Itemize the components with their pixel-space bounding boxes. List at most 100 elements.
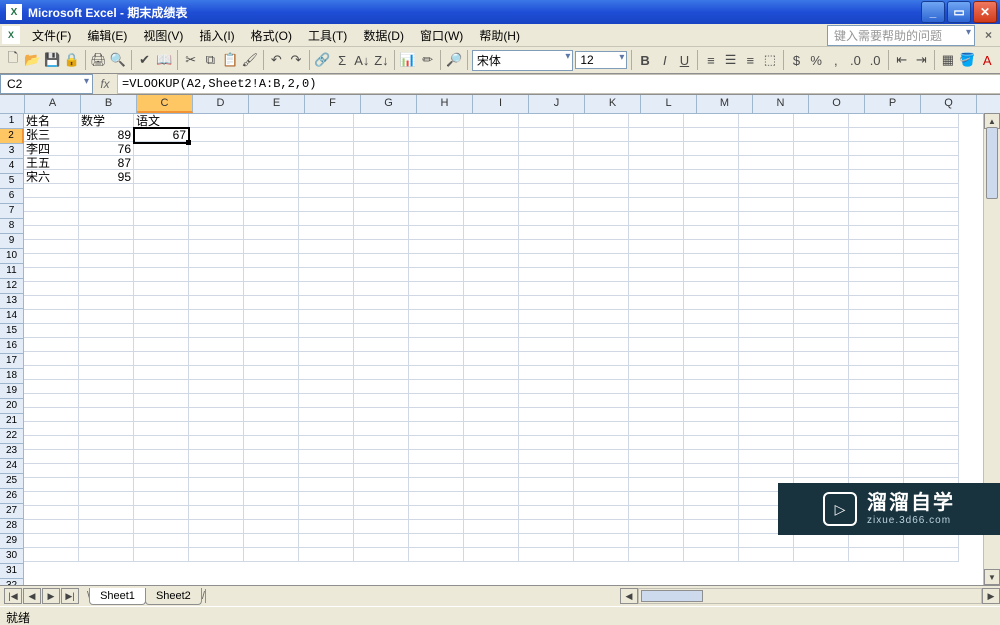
cell-H8[interactable] <box>409 212 464 226</box>
cell-F14[interactable] <box>299 296 354 310</box>
cell-N15[interactable] <box>739 310 794 324</box>
select-all-corner[interactable] <box>0 95 25 113</box>
cell-D17[interactable] <box>189 338 244 352</box>
cell-L5[interactable] <box>629 170 684 184</box>
cell-F6[interactable] <box>299 184 354 198</box>
cell-F2[interactable] <box>299 128 354 142</box>
cell-G32[interactable] <box>354 548 409 562</box>
cell-I21[interactable] <box>464 394 519 408</box>
row-header-27[interactable]: 27 <box>0 504 24 519</box>
cell-Q10[interactable] <box>904 240 959 254</box>
cell-P25[interactable] <box>849 450 904 464</box>
cut-icon[interactable]: ✂ <box>182 50 200 70</box>
cell-M11[interactable] <box>684 254 739 268</box>
comma-icon[interactable]: , <box>827 50 845 70</box>
cell-J25[interactable] <box>519 450 574 464</box>
cell-F18[interactable] <box>299 352 354 366</box>
cell-M13[interactable] <box>684 282 739 296</box>
cell-A20[interactable] <box>24 380 79 394</box>
save-icon[interactable]: 💾 <box>43 50 61 70</box>
cell-E10[interactable] <box>244 240 299 254</box>
cell-B11[interactable] <box>79 254 134 268</box>
cell-P13[interactable] <box>849 282 904 296</box>
column-header-F[interactable]: F <box>305 95 361 113</box>
merge-icon[interactable]: ⬚ <box>761 50 779 70</box>
row-header-11[interactable]: 11 <box>0 264 24 279</box>
cell-O10[interactable] <box>794 240 849 254</box>
cell-H14[interactable] <box>409 296 464 310</box>
column-header-H[interactable]: H <box>417 95 473 113</box>
cell-I16[interactable] <box>464 324 519 338</box>
cell-A21[interactable] <box>24 394 79 408</box>
cell-N22[interactable] <box>739 408 794 422</box>
cell-J7[interactable] <box>519 198 574 212</box>
row-header-8[interactable]: 8 <box>0 219 24 234</box>
decrease-decimal-icon[interactable]: .0 <box>866 50 884 70</box>
cell-J28[interactable] <box>519 492 574 506</box>
cell-Q16[interactable] <box>904 324 959 338</box>
cell-E28[interactable] <box>244 492 299 506</box>
cell-C30[interactable] <box>134 520 189 534</box>
cell-F9[interactable] <box>299 226 354 240</box>
cell-C28[interactable] <box>134 492 189 506</box>
column-header-L[interactable]: L <box>641 95 697 113</box>
cell-G20[interactable] <box>354 380 409 394</box>
cell-G7[interactable] <box>354 198 409 212</box>
menu-edit[interactable]: 编辑(E) <box>79 25 135 46</box>
cell-I5[interactable] <box>464 170 519 184</box>
cell-M21[interactable] <box>684 394 739 408</box>
cell-B14[interactable] <box>79 296 134 310</box>
cell-F26[interactable] <box>299 464 354 478</box>
cell-H3[interactable] <box>409 142 464 156</box>
cell-G30[interactable] <box>354 520 409 534</box>
cell-D12[interactable] <box>189 268 244 282</box>
cell-H2[interactable] <box>409 128 464 142</box>
cell-E5[interactable] <box>244 170 299 184</box>
cell-N13[interactable] <box>739 282 794 296</box>
cell-C9[interactable] <box>134 226 189 240</box>
cell-D1[interactable] <box>189 114 244 128</box>
cell-E4[interactable] <box>244 156 299 170</box>
cell-H31[interactable] <box>409 534 464 548</box>
row-header-28[interactable]: 28 <box>0 519 24 534</box>
cell-E2[interactable] <box>244 128 299 142</box>
row-header-7[interactable]: 7 <box>0 204 24 219</box>
cell-O4[interactable] <box>794 156 849 170</box>
cell-J14[interactable] <box>519 296 574 310</box>
cell-H18[interactable] <box>409 352 464 366</box>
cell-M19[interactable] <box>684 366 739 380</box>
cell-K11[interactable] <box>574 254 629 268</box>
cell-P24[interactable] <box>849 436 904 450</box>
cell-L8[interactable] <box>629 212 684 226</box>
permissions-icon[interactable]: 🔒 <box>63 50 81 70</box>
cell-B31[interactable] <box>79 534 134 548</box>
cell-I7[interactable] <box>464 198 519 212</box>
cell-I13[interactable] <box>464 282 519 296</box>
cell-B23[interactable] <box>79 422 134 436</box>
cell-H5[interactable] <box>409 170 464 184</box>
cell-Q20[interactable] <box>904 380 959 394</box>
cell-Q19[interactable] <box>904 366 959 380</box>
cell-G9[interactable] <box>354 226 409 240</box>
cell-P17[interactable] <box>849 338 904 352</box>
cell-D3[interactable] <box>189 142 244 156</box>
cell-F12[interactable] <box>299 268 354 282</box>
cell-E24[interactable] <box>244 436 299 450</box>
horizontal-scrollbar[interactable]: ◀ ▶ <box>620 589 1000 603</box>
cell-M32[interactable] <box>684 548 739 562</box>
cell-L2[interactable] <box>629 128 684 142</box>
cell-K6[interactable] <box>574 184 629 198</box>
cell-A10[interactable] <box>24 240 79 254</box>
cell-B6[interactable] <box>79 184 134 198</box>
cell-H6[interactable] <box>409 184 464 198</box>
cell-I19[interactable] <box>464 366 519 380</box>
cell-D9[interactable] <box>189 226 244 240</box>
cell-B18[interactable] <box>79 352 134 366</box>
cell-D28[interactable] <box>189 492 244 506</box>
cell-F24[interactable] <box>299 436 354 450</box>
cell-I6[interactable] <box>464 184 519 198</box>
cell-E32[interactable] <box>244 548 299 562</box>
cell-O23[interactable] <box>794 422 849 436</box>
cell-H9[interactable] <box>409 226 464 240</box>
cell-D19[interactable] <box>189 366 244 380</box>
